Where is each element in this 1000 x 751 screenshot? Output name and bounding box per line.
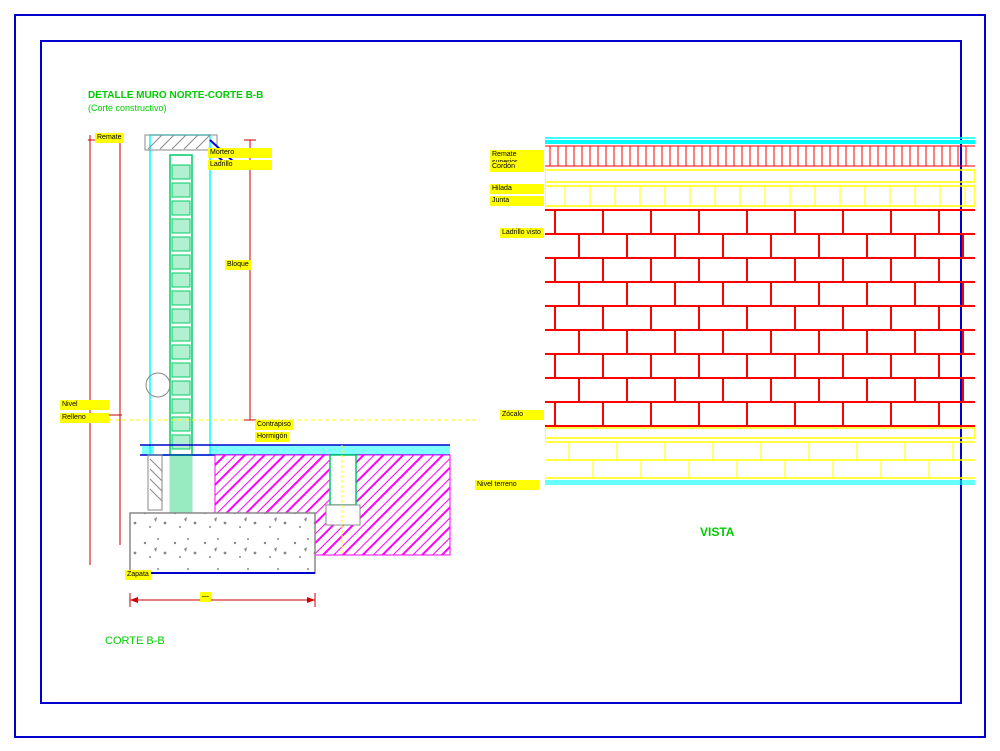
rlabel-7: Nivel terreno [475,480,539,490]
label-dim-bottom: — [200,592,211,602]
label-mortero: Mortero [208,148,272,158]
drawing-canvas: DETALLE MURO NORTE-CORTE B-B (Corte cons… [0,0,1000,751]
drawing-subtitle: (Corte constructivo) [88,103,167,113]
rlabel-2: Cordón [490,162,544,172]
rlabel-6: Zócalo [500,410,544,420]
label-zapata: Zapata [125,570,151,580]
rlabel-4: Junta [490,196,544,206]
vista-label: VISTA [700,525,734,539]
section-drawing [80,115,480,645]
label-ladrillo: Ladrillo [208,160,272,170]
label-hormigon: Hormigón [255,432,289,442]
label-remate: Remate [95,133,124,143]
rlabel-3: Hilada [490,184,544,194]
label-bloque: Bloque [225,260,251,270]
section-label: CORTE B-B [105,635,165,647]
label-relleno-1: Relleno [60,413,109,423]
label-nivel: Nivel [60,400,109,410]
label-contrapiso: Contrapiso [255,420,293,430]
rlabel-5: Ladrillo visto [500,228,544,238]
drawing-title: DETALLE MURO NORTE-CORTE B-B [88,90,263,101]
elevation-drawing [545,130,975,510]
